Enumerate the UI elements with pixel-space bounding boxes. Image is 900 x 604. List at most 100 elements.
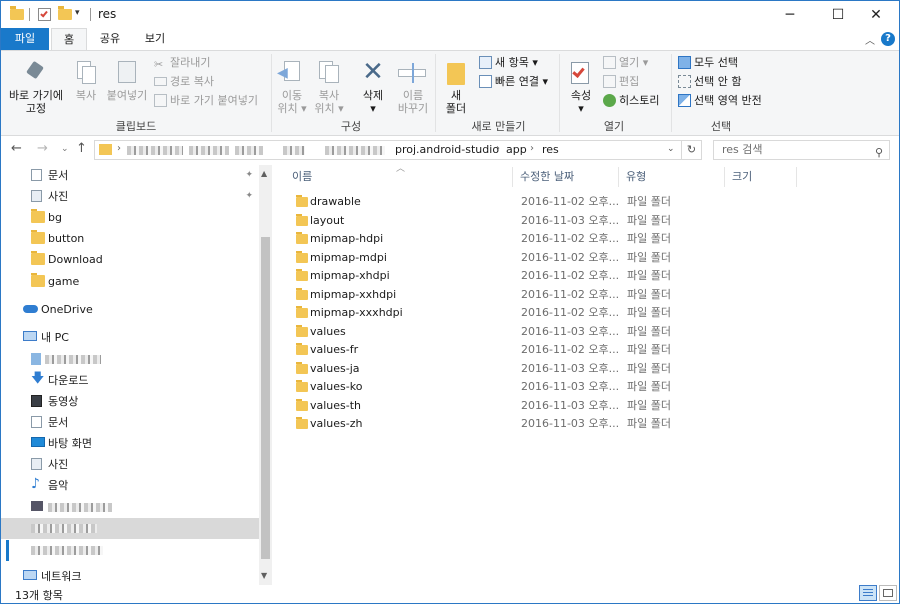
nav-item-redacted[interactable] [1, 497, 259, 518]
move-to-button[interactable]: ◀ 이동 위치 ▾ [275, 57, 309, 115]
properties-button[interactable]: 속성 ▾ [563, 57, 599, 115]
file-row[interactable]: values-zh 2016-11-03 오후... 파일 폴더 [292, 415, 682, 433]
nav-item-music[interactable]: ♪ 음악 [1, 475, 259, 496]
paste-shortcut-button[interactable]: 바로 가기 붙여넣기 [154, 92, 258, 110]
details-view-button[interactable] [859, 585, 877, 601]
new-folder-qat-icon[interactable] [58, 6, 72, 20]
onedrive-icon [23, 305, 38, 313]
large-icons-view-button[interactable] [879, 585, 897, 601]
file-row[interactable]: mipmap-xxhdpi 2016-11-02 오후... 파일 폴더 [292, 286, 682, 304]
breadcrumb-app[interactable]: app [506, 143, 527, 156]
nav-item-redacted[interactable] [1, 540, 259, 561]
new-folder-button[interactable]: 새 폴더 [441, 57, 471, 115]
paste-button[interactable]: 붙여넣기 [105, 57, 149, 102]
refresh-icon: ↻ [686, 143, 697, 156]
nav-item-videos[interactable]: 동영상 [1, 391, 259, 412]
file-row[interactable]: mipmap-xhdpi 2016-11-02 오후... 파일 폴더 [292, 267, 682, 285]
file-row[interactable]: drawable 2016-11-02 오후... 파일 폴더 [292, 193, 682, 211]
nav-item-pictures[interactable]: 사진 ✦ [1, 186, 259, 207]
rename-button[interactable]: 이름 바꾸기 [393, 57, 433, 115]
breadcrumb-res[interactable]: res [542, 143, 559, 156]
column-divider[interactable] [618, 167, 619, 187]
tab-file[interactable]: 파일 [1, 28, 49, 50]
tab-view[interactable]: 보기 [133, 28, 177, 50]
file-row[interactable]: values-th 2016-11-03 오후... 파일 폴더 [292, 397, 682, 415]
file-name: values-ja [310, 362, 360, 375]
copy-path-icon [154, 76, 167, 86]
qat-dropdown-icon[interactable]: ▾ [75, 8, 80, 18]
close-button[interactable]: ✕ [853, 1, 899, 28]
pin-to-quick-access-button[interactable]: 바로 가기에 고정 [5, 57, 67, 115]
file-row[interactable]: mipmap-xxxhdpi 2016-11-02 오후... 파일 폴더 [292, 304, 682, 322]
breadcrumb-project[interactable]: proj.android-studio [395, 143, 499, 156]
copy-button[interactable]: 복사 [69, 57, 103, 102]
select-none-button[interactable]: 선택 안 함 [678, 73, 741, 91]
file-row[interactable]: mipmap-hdpi 2016-11-02 오후... 파일 폴더 [292, 230, 682, 248]
nav-item-onedrive[interactable]: OneDrive [1, 299, 259, 320]
nav-item-selected-drive[interactable] [1, 518, 259, 539]
address-dropdown-icon[interactable]: ⌄ [667, 144, 675, 154]
download-icon: 🡇 [31, 371, 45, 386]
copy-path-button[interactable]: 경로 복사 [154, 73, 214, 91]
nav-item-download[interactable]: Download [1, 249, 259, 270]
folder-icon [296, 251, 308, 263]
column-header-size[interactable]: 크기 [732, 165, 752, 189]
nav-item-pictures-pc[interactable]: 사진 [1, 454, 259, 475]
column-divider[interactable] [796, 167, 797, 187]
open-button[interactable]: 열기 ▾ [603, 54, 648, 72]
properties-label: 속성 ▾ [570, 89, 592, 115]
column-header-type[interactable]: 유형 [626, 165, 646, 189]
help-icon[interactable]: ? [881, 32, 895, 46]
nav-scrollbar[interactable]: ▲ ▼ [259, 165, 272, 585]
invert-selection-button[interactable]: 선택 영역 반전 [678, 92, 762, 110]
address-bar[interactable]: › proj.android-studio › app › res ⌄ [94, 140, 682, 160]
search-input[interactable]: res 검색 ⚲ [713, 140, 890, 160]
minimize-button[interactable]: ─ [767, 1, 813, 28]
column-divider[interactable] [512, 167, 513, 187]
back-arrow-icon[interactable]: ← [11, 141, 22, 156]
column-header-modified[interactable]: 수정한 날짜 [520, 165, 574, 189]
file-row[interactable]: values-ko 2016-11-03 오후... 파일 폴더 [292, 378, 682, 396]
nav-item-this-pc[interactable]: 내 PC [1, 327, 259, 348]
nav-item-bg[interactable]: bg [1, 207, 259, 228]
column-header-name[interactable]: 이름 [292, 165, 312, 189]
nav-item-button[interactable]: button [1, 228, 259, 249]
scroll-down-icon[interactable]: ▼ [261, 571, 267, 580]
file-row[interactable]: layout 2016-11-03 오후... 파일 폴더 [292, 212, 682, 230]
properties-qat-icon[interactable] [38, 8, 51, 21]
file-row[interactable]: values-ja 2016-11-03 오후... 파일 폴더 [292, 360, 682, 378]
edit-button[interactable]: 편집 [603, 73, 639, 91]
tab-share[interactable]: 공유 [89, 28, 131, 50]
column-divider[interactable] [724, 167, 725, 187]
nav-item-game[interactable]: game [1, 271, 259, 292]
recent-locations-icon[interactable]: ⌄ [61, 144, 69, 154]
file-row[interactable]: values 2016-11-03 오후... 파일 폴더 [292, 323, 682, 341]
history-button[interactable]: 히스토리 [603, 92, 659, 110]
nav-item-label: 동영상 [48, 395, 79, 408]
refresh-button[interactable]: ↻ [682, 140, 702, 160]
nav-item-network[interactable]: 네트워크 [1, 566, 259, 587]
delete-button[interactable]: ✕ 삭제 ▾ [357, 57, 389, 115]
nav-item-documents[interactable]: 문서 ✦ [1, 165, 259, 186]
file-row[interactable]: mipmap-mdpi 2016-11-02 오후... 파일 폴더 [292, 249, 682, 267]
select-all-label: 모두 선택 [694, 56, 738, 69]
copy-to-button[interactable]: 복사 위치 ▾ [311, 57, 347, 115]
easy-access-button[interactable]: 빠른 연결 ▾ [479, 73, 548, 91]
forward-arrow-icon[interactable]: → [37, 141, 48, 156]
redacted-label [45, 355, 101, 364]
new-folder-icon [447, 63, 465, 85]
nav-item-desktop[interactable]: 바탕 화면 [1, 433, 259, 454]
tab-home[interactable]: 홈 [51, 28, 87, 51]
file-row[interactable]: values-fr 2016-11-02 오후... 파일 폴더 [292, 341, 682, 359]
nav-item-redacted[interactable] [1, 349, 259, 370]
new-item-button[interactable]: 새 항목 ▾ [479, 54, 538, 72]
cut-button[interactable]: ✂ 잘라내기 [154, 54, 210, 72]
select-all-button[interactable]: 모두 선택 [678, 54, 738, 72]
nav-item-downloads[interactable]: 🡇 다운로드 [1, 370, 259, 391]
collapse-ribbon-icon[interactable]: ︿ [865, 32, 875, 47]
file-type: 파일 폴더 [627, 306, 671, 319]
scroll-up-icon[interactable]: ▲ [261, 169, 267, 178]
up-arrow-icon[interactable]: ↑ [76, 141, 87, 156]
scrollbar-thumb[interactable] [261, 237, 270, 559]
nav-item-documents-pc[interactable]: 문서 [1, 412, 259, 433]
